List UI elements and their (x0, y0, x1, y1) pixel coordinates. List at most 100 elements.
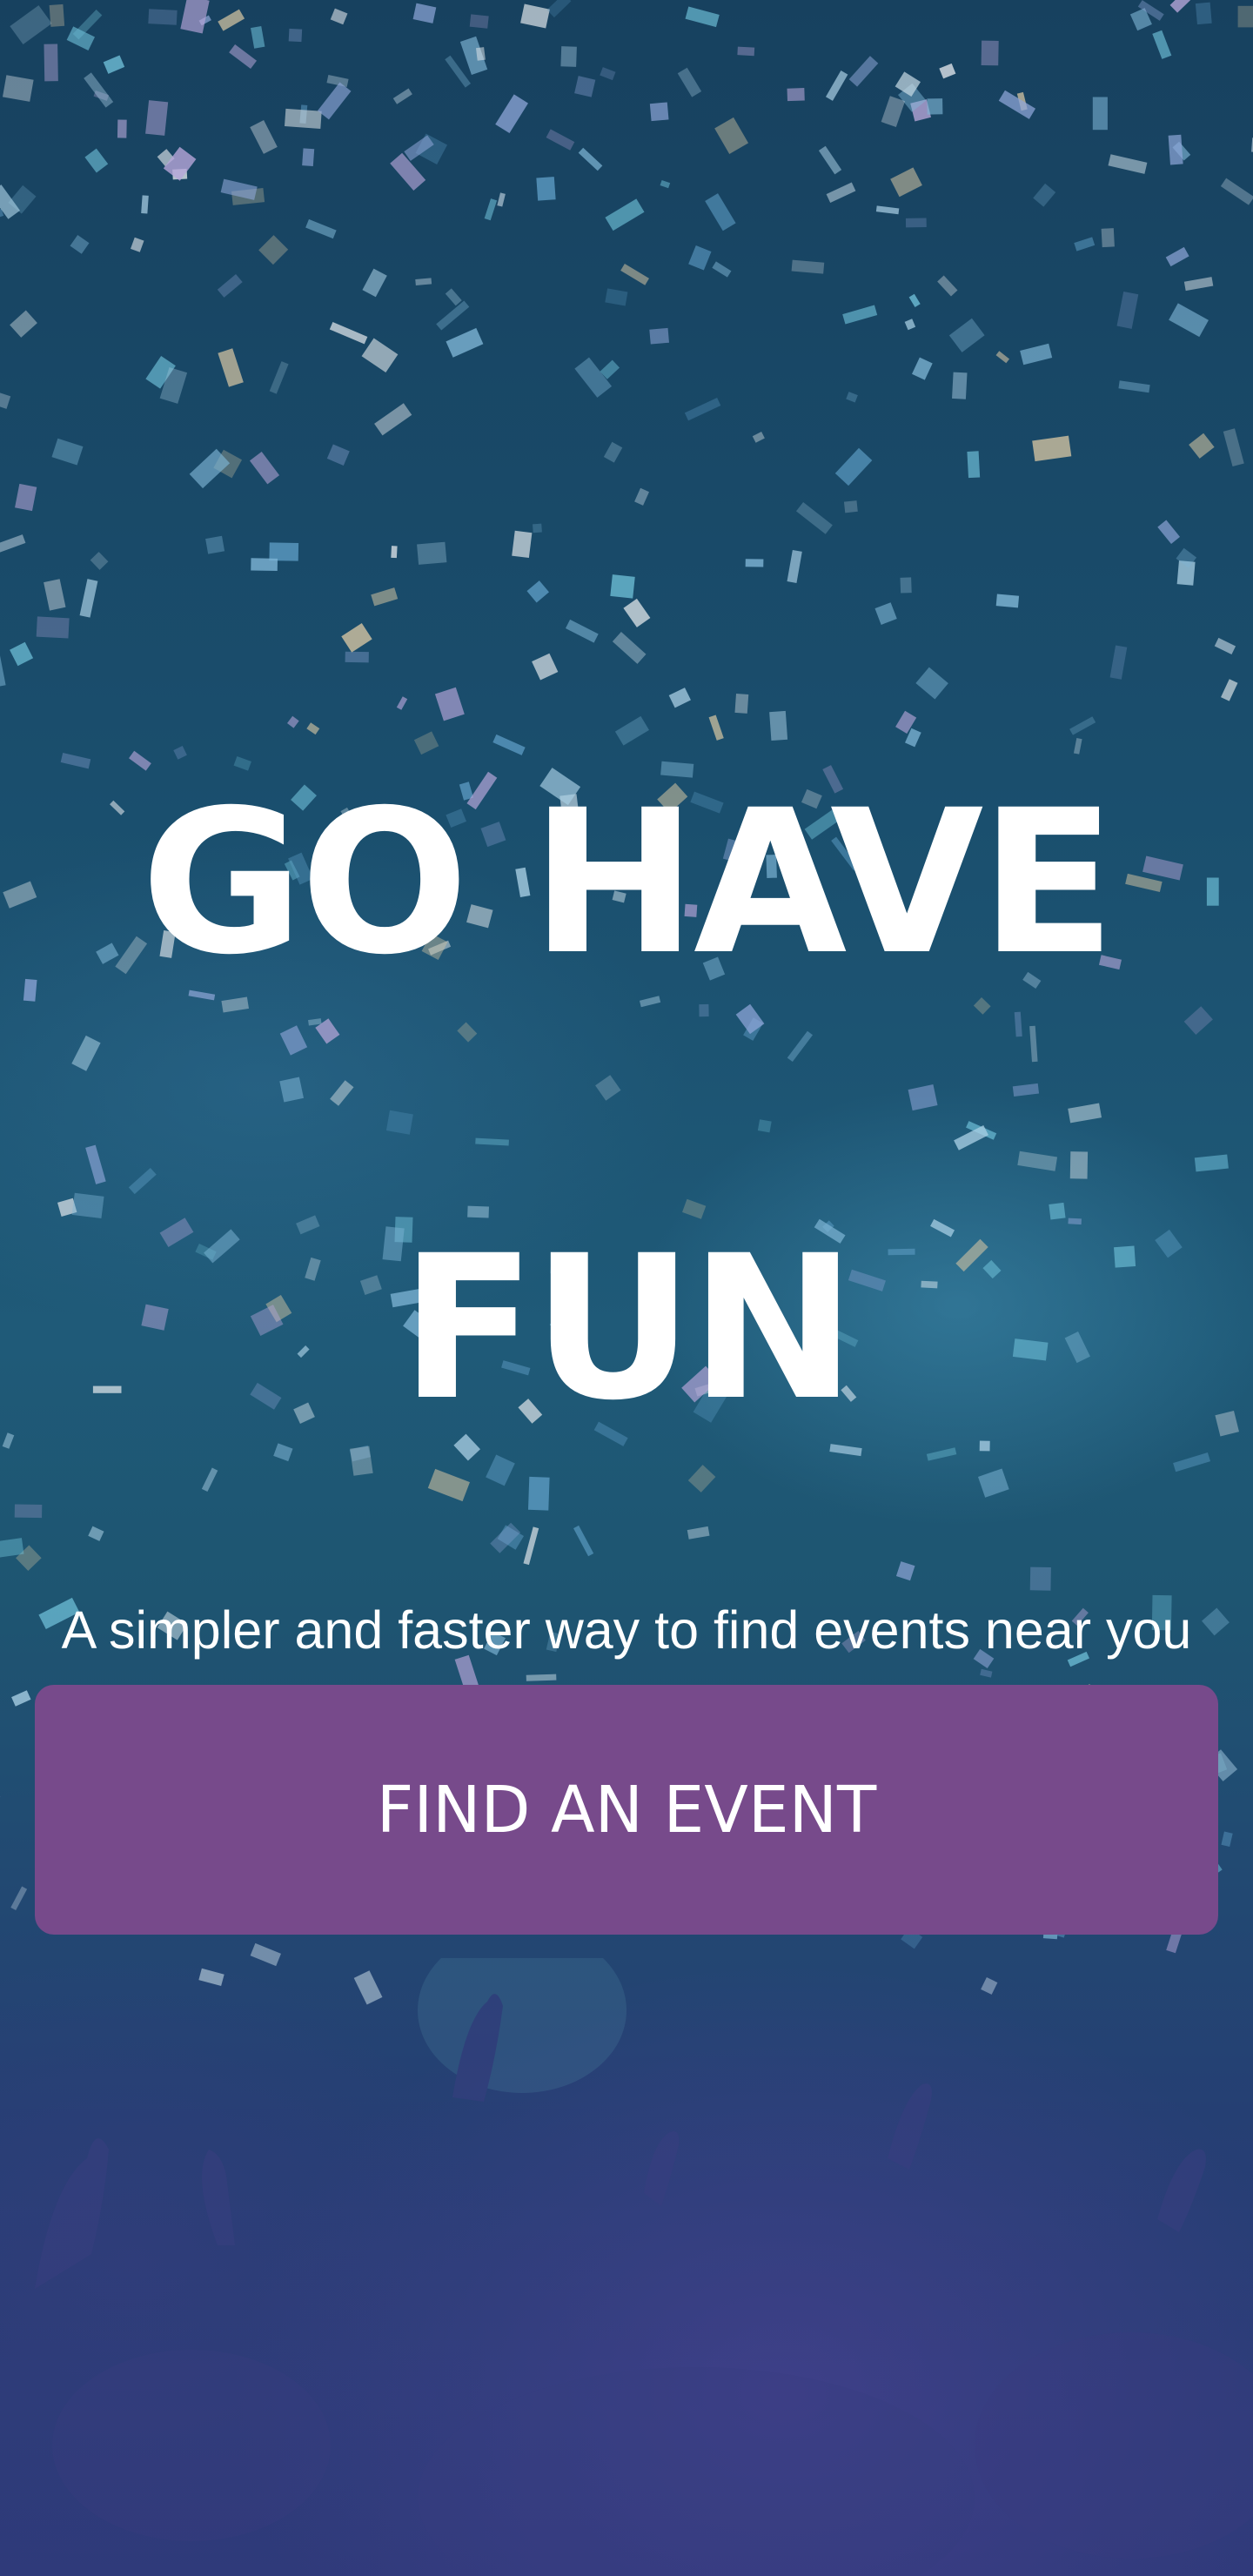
confetti-piece (546, 0, 572, 18)
confetti-piece (620, 264, 650, 285)
confetti-piece (526, 1674, 557, 1681)
confetti-piece (302, 148, 315, 167)
confetti-piece (915, 667, 948, 700)
confetti-piece (527, 1476, 550, 1511)
confetti-piece (306, 722, 320, 735)
confetti-piece (532, 653, 559, 681)
confetti-piece (1092, 97, 1108, 131)
confetti-piece (1157, 520, 1181, 545)
confetti-piece (374, 403, 412, 436)
confetti-piece (895, 1561, 915, 1581)
confetti-piece (757, 1119, 772, 1133)
hero-headline-line-1: GO HAVE (140, 767, 1116, 998)
confetti-piece (1221, 1831, 1233, 1848)
confetti-piece (486, 1454, 515, 1486)
confetti-piece (612, 631, 647, 664)
confetti-piece (36, 616, 70, 639)
confetti-piece (712, 261, 732, 278)
confetti-piece (1109, 645, 1128, 680)
confetti-piece (173, 746, 187, 760)
confetti-piece (787, 549, 802, 583)
find-event-button[interactable]: FIND AN EVENT (35, 1685, 1218, 1935)
confetti-piece (1116, 291, 1139, 329)
confetti-piece (1194, 1154, 1229, 1172)
confetti-piece (818, 145, 842, 175)
confetti-piece (520, 3, 550, 29)
confetti-piece (412, 3, 437, 23)
confetti-piece (0, 390, 11, 409)
confetti-piece (1029, 1025, 1038, 1063)
confetti-piece (251, 558, 278, 572)
confetti-piece (595, 1075, 621, 1101)
confetti-piece (668, 688, 691, 708)
confetti-piece (475, 1137, 509, 1146)
confetti-piece (84, 148, 109, 173)
confetti-piece (735, 1003, 765, 1035)
confetti-piece (221, 996, 249, 1013)
confetti-piece (1183, 1006, 1213, 1035)
confetti-piece (23, 978, 37, 1002)
confetti-piece (842, 305, 878, 325)
confetti-piece (952, 372, 968, 399)
confetti-piece (446, 327, 484, 358)
confetti-piece (269, 361, 289, 394)
confetti-piece (1214, 637, 1236, 655)
confetti-piece (948, 318, 985, 352)
confetti-piece (1014, 1011, 1022, 1037)
confetti-piece (623, 598, 651, 627)
confetti-piece (610, 574, 635, 599)
confetti-piece (908, 293, 921, 307)
confetti-piece (362, 268, 387, 298)
confetti-piece (1073, 737, 1082, 755)
confetti-piece (258, 235, 289, 265)
confetti-piece (995, 351, 1010, 364)
confetti-piece (457, 1022, 478, 1043)
confetti-piece (475, 47, 486, 61)
confetti-piece (288, 28, 303, 43)
confetti-piece (417, 541, 447, 565)
confetti-piece (677, 67, 702, 97)
confetti-piece (1032, 435, 1072, 462)
confetti-piece (284, 108, 322, 129)
confetti-piece (1069, 1151, 1089, 1179)
confetti-piece (977, 1468, 1009, 1498)
confetti-piece (44, 579, 66, 611)
confetti-piece (649, 327, 670, 345)
confetti-piece (834, 447, 873, 486)
confetti-piece (687, 1465, 716, 1493)
confetti-piece (1020, 343, 1053, 366)
confetti-piece (574, 76, 596, 97)
confetti-piece (484, 198, 498, 221)
confetti-piece (330, 8, 348, 25)
confetti-piece (413, 731, 439, 755)
confetti-piece (526, 580, 549, 603)
confetti-piece (10, 641, 34, 667)
confetti-piece (634, 487, 649, 506)
confetti-piece (326, 444, 350, 466)
confetti-piece (305, 218, 337, 239)
confetti-piece (912, 357, 933, 380)
confetti-piece (1118, 380, 1150, 393)
confetti-piece (492, 734, 526, 755)
confetti-piece (745, 559, 764, 567)
confetti-piece (1108, 154, 1148, 174)
confetti-piece (415, 278, 432, 285)
confetti-piece (0, 534, 26, 556)
confetti-piece (51, 438, 84, 466)
confetti-piece (603, 441, 623, 463)
confetti-piece (708, 714, 724, 741)
confetti-piece (875, 205, 900, 215)
confetti-piece (687, 1526, 710, 1540)
confetti-piece (848, 56, 879, 87)
confetti-piece (90, 552, 109, 570)
confetti-piece (2, 1432, 15, 1449)
confetti-piece (79, 579, 98, 618)
confetti-piece (904, 319, 916, 331)
confetti-piece (329, 322, 368, 345)
confetti-piece (14, 1504, 43, 1519)
confetti-piece (218, 348, 244, 387)
confetti-piece (84, 72, 114, 108)
confetti-piece (1069, 716, 1096, 735)
confetti-piece (269, 542, 299, 561)
confetti-piece (10, 1886, 28, 1910)
